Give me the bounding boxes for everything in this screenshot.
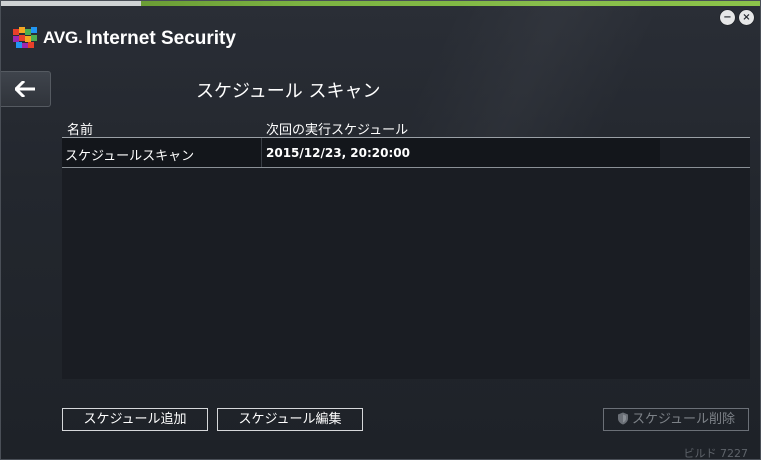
delete-schedule-button[interactable]: スケジュール削除 [603,408,749,431]
table-row[interactable]: スケジュールスキャン 2015/12/23, 20:20:00 [62,138,660,167]
app-window: AVG. Internet Security − × スケジュール スキャン 名… [0,0,761,460]
build-number: ビルド 7227 [683,447,749,460]
table-body: スケジュールスキャン 2015/12/23, 20:20:00 [62,138,750,379]
cell-next-run: 2015/12/23, 20:20:00 [266,146,410,160]
delete-schedule-label: スケジュール削除 [631,412,736,427]
page-title: スケジュール スキャン [196,81,381,102]
edit-schedule-button[interactable]: スケジュール編集 [217,408,363,431]
avg-logo: AVG. [13,27,83,49]
table-header: 名前 次回の実行スケジュール [62,117,750,138]
cell-schedule-name: スケジュールスキャン [65,149,195,164]
add-schedule-button[interactable]: スケジュール追加 [62,408,208,431]
brand-text: AVG. [43,28,83,47]
top-accent-left [1,1,141,6]
back-button[interactable] [1,71,51,107]
schedule-table: 名前 次回の実行スケジュール スケジュールスキャン 2015/12/23, 20… [62,117,750,379]
row-separator [62,167,750,168]
avg-logo-icon [13,27,37,48]
shield-icon [617,412,628,425]
column-header-next-run[interactable]: 次回の実行スケジュール [266,119,408,138]
cell-divider [261,138,262,167]
app-title: Internet Security [86,28,236,49]
column-header-name[interactable]: 名前 [67,119,93,138]
minimize-button[interactable]: − [720,10,735,25]
close-icon: × [742,12,751,23]
minimize-icon: − [723,12,732,23]
close-button[interactable]: × [739,10,754,25]
arrow-left-icon [15,81,35,97]
